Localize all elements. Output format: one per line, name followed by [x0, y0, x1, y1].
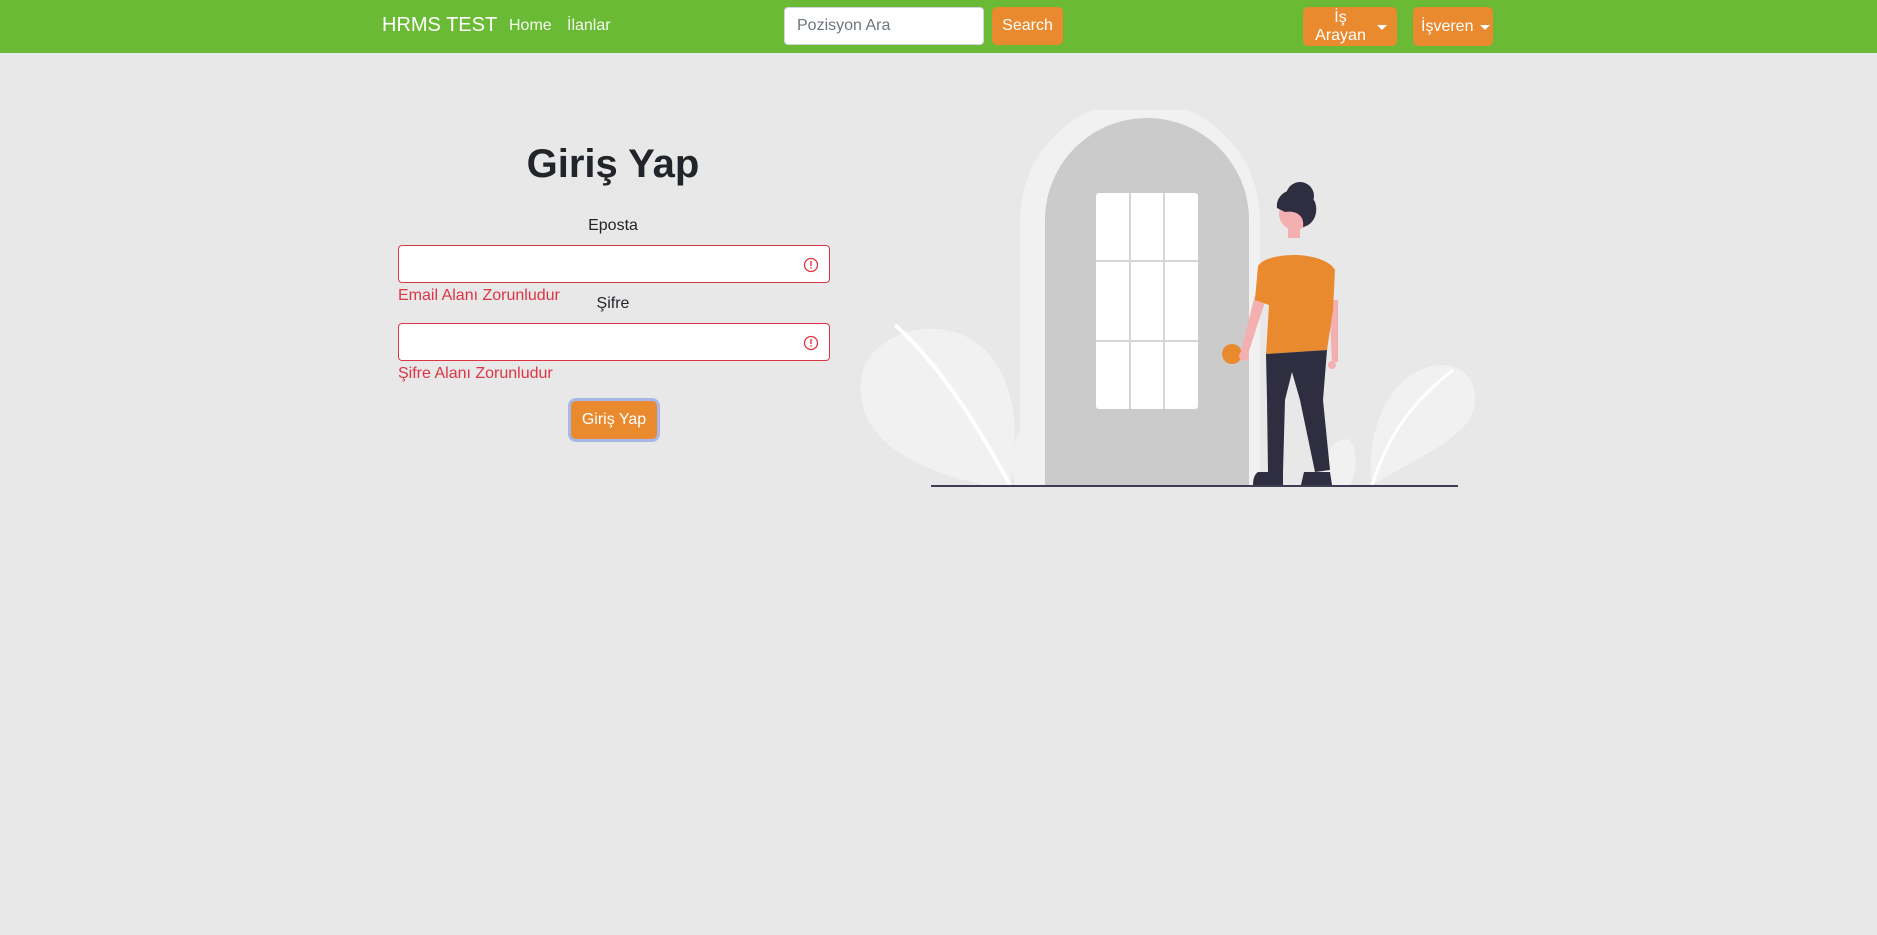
door-illustration: [860, 110, 1476, 487]
top-navbar: HRMS TEST Home İlanlar Search İş Arayan …: [0, 0, 1877, 53]
nav-link-ilanlar[interactable]: İlanlar: [567, 17, 611, 35]
nav-link-home[interactable]: Home: [509, 17, 552, 35]
exclamation-circle-icon: [803, 335, 819, 351]
email-field[interactable]: [399, 246, 829, 282]
password-label: Şifre: [596, 295, 630, 312]
job-seeker-dropdown[interactable]: İş Arayan: [1303, 7, 1397, 46]
plant-left: [860, 328, 1015, 485]
login-title: Giriş Yap: [526, 142, 700, 186]
email-field-wrapper: [398, 245, 830, 283]
job-seeker-dropdown-label: İş Arayan: [1315, 8, 1366, 44]
position-search-input[interactable]: [784, 7, 984, 45]
search-button[interactable]: Search: [992, 7, 1063, 45]
brand-link[interactable]: HRMS TEST: [382, 14, 497, 37]
email-label: Eposta: [588, 217, 638, 234]
exclamation-circle-icon: [803, 257, 819, 273]
plant-right: [1370, 365, 1476, 485]
password-error-message: Şifre Alanı Zorunludur: [398, 365, 553, 382]
caret-down-icon: [1480, 24, 1491, 30]
login-submit-button[interactable]: Giriş Yap: [571, 401, 657, 439]
caret-down-icon: [1377, 24, 1387, 30]
employer-dropdown[interactable]: İşveren: [1413, 7, 1493, 46]
password-field[interactable]: [399, 324, 829, 360]
door-window: [1096, 193, 1198, 409]
employer-dropdown-label: İşveren: [1421, 17, 1474, 35]
password-field-wrapper: [398, 323, 830, 361]
